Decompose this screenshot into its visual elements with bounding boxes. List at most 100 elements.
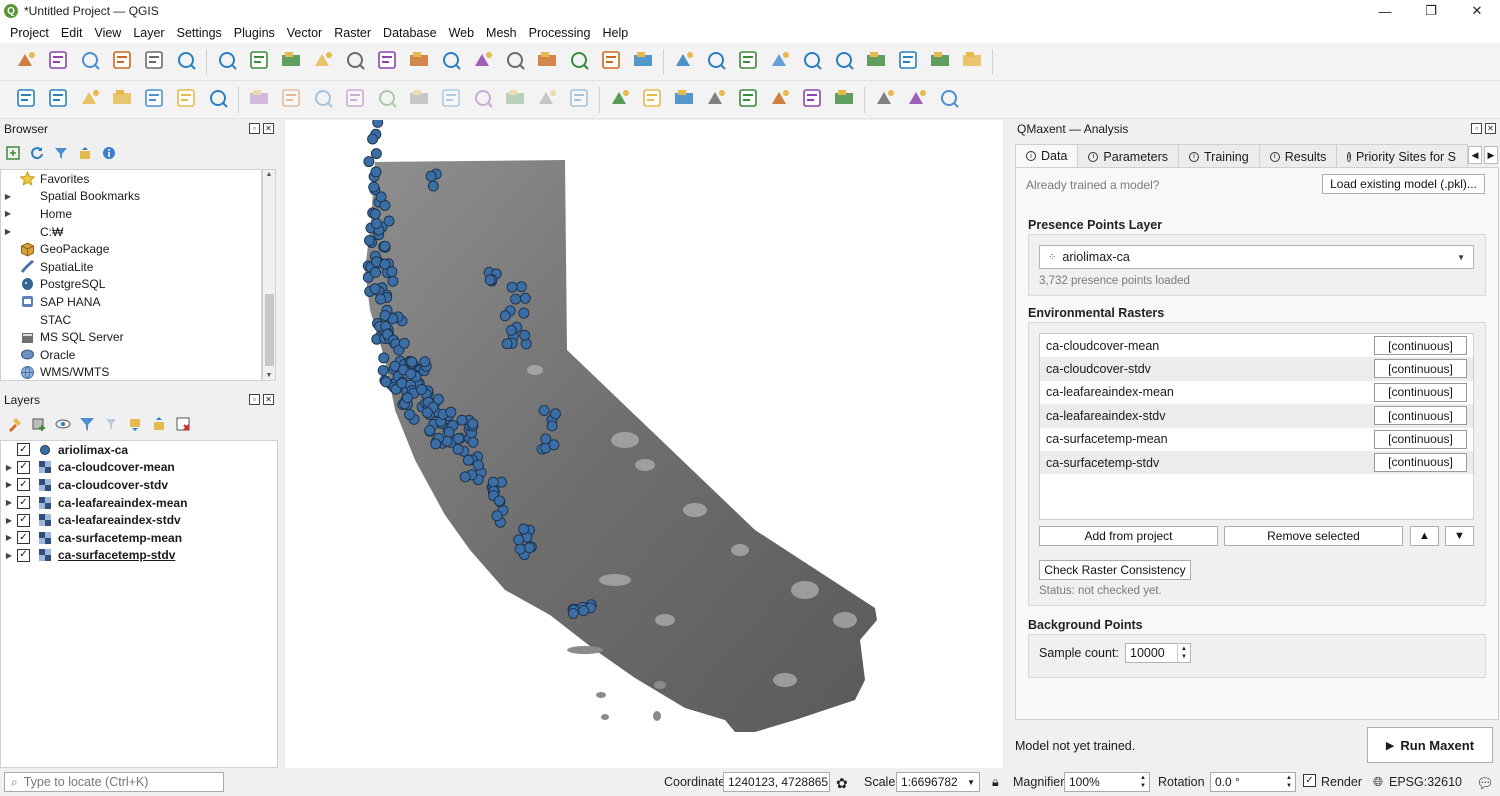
tab-priority-sites[interactable]: i Priority Sites for S: [1336, 144, 1469, 168]
toggle-extents-icon[interactable]: ✿: [836, 775, 848, 792]
menu-database[interactable]: Database: [377, 26, 443, 40]
settings-button[interactable]: [958, 48, 986, 76]
coordinate-field[interactable]: 1240123, 4728865: [723, 772, 830, 792]
layer-row-ca-surfacetemp-stdv[interactable]: ▶ ✓ ca-surfacetemp-stdv: [1, 547, 277, 565]
redo-button[interactable]: [565, 86, 593, 114]
zoom-selection-button[interactable]: [373, 48, 401, 76]
paste-button[interactable]: [501, 86, 529, 114]
check-raster-consistency-button[interactable]: Check Raster Consistency: [1039, 560, 1191, 580]
pan-button[interactable]: [213, 48, 241, 76]
close-panel-icon[interactable]: ✕: [263, 123, 274, 134]
save-as-button[interactable]: [108, 48, 136, 76]
tab-scroll-left-icon[interactable]: ◀: [1468, 146, 1482, 164]
new-virtual-button[interactable]: [140, 86, 168, 114]
remove-layer-icon[interactable]: [174, 415, 192, 433]
layer-row-ca-cloudcover-stdv[interactable]: ▶ ✓ ca-cloudcover-stdv: [1, 476, 277, 494]
scroll-thumb[interactable]: [265, 294, 274, 366]
edit-button[interactable]: [277, 86, 305, 114]
zoom-layer-button[interactable]: [405, 48, 433, 76]
expand-arrow-icon[interactable]: ▶: [1, 209, 15, 218]
copy-button[interactable]: [469, 86, 497, 114]
expand-all-icon[interactable]: [126, 415, 144, 433]
raster-type-button[interactable]: [continuous]: [1374, 406, 1467, 426]
refresh-button[interactable]: [629, 48, 657, 76]
raster-type-button[interactable]: [continuous]: [1374, 336, 1467, 355]
menu-project[interactable]: Project: [4, 26, 55, 40]
browser-item-wms[interactable]: WMS/WMTS: [1, 364, 261, 380]
menu-mesh[interactable]: Mesh: [480, 26, 523, 40]
select-location-button[interactable]: [734, 48, 762, 76]
messages-icon[interactable]: 💬︎: [1476, 775, 1494, 792]
spin-arrows-icon[interactable]: ▲ ▼: [1140, 774, 1146, 790]
layer-visibility-checkbox[interactable]: ✓: [17, 496, 30, 510]
layer-row-ca-surfacetemp-mean[interactable]: ▶ ✓ ca-surfacetemp-mean: [1, 529, 277, 547]
identify-button[interactable]: [766, 48, 794, 76]
layer-visibility-checkbox[interactable]: ✓: [17, 478, 30, 492]
pan-to-selection-button[interactable]: [245, 48, 273, 76]
menu-edit[interactable]: Edit: [55, 26, 89, 40]
raster-row[interactable]: ca-surfacetemp-mean [continuous]: [1040, 428, 1473, 451]
filter-icon[interactable]: [52, 144, 70, 162]
filter-legend-icon[interactable]: [78, 415, 96, 433]
tab-scroll-right-icon[interactable]: ▶: [1484, 146, 1498, 164]
measure-button[interactable]: [894, 48, 922, 76]
raster-row[interactable]: ca-leafareaindex-stdv [continuous]: [1040, 404, 1473, 428]
raster-row[interactable]: ca-cloudcover-mean [continuous]: [1040, 334, 1473, 357]
zoom-next-button[interactable]: [501, 48, 529, 76]
browser-scrollbar[interactable]: ▲ ▼: [262, 169, 276, 381]
new-project-button[interactable]: [12, 48, 40, 76]
tab-results[interactable]: i Results: [1258, 144, 1338, 168]
manage-visibility-icon[interactable]: [54, 415, 72, 433]
menu-layer[interactable]: Layer: [127, 26, 170, 40]
expand-arrow-icon[interactable]: ▶: [1, 551, 17, 560]
save-edits-button[interactable]: [309, 86, 337, 114]
new-geopackage-button[interactable]: [44, 86, 72, 114]
tab-parameters[interactable]: i Parameters: [1077, 144, 1180, 168]
label-button[interactable]: [606, 86, 634, 114]
expand-arrow-icon[interactable]: ▶: [1, 498, 17, 507]
layer-visibility-checkbox[interactable]: ✓: [17, 531, 30, 545]
raster-type-button[interactable]: [continuous]: [1374, 452, 1467, 472]
new-spatialite-button[interactable]: [108, 86, 136, 114]
move-up-button[interactable]: ▲: [1410, 526, 1439, 546]
rotation-field[interactable]: 0.0 ° ▲ ▼: [1210, 772, 1296, 792]
spin-arrows-icon[interactable]: ▲ ▼: [1177, 644, 1190, 662]
data-source-manager-button[interactable]: [12, 86, 40, 114]
chevron-down-icon[interactable]: ▼: [967, 778, 975, 787]
locator-search-input[interactable]: ⌕ Type to locate (Ctrl+K): [4, 772, 224, 792]
add-raster-button[interactable]: [204, 86, 232, 114]
menu-settings[interactable]: Settings: [171, 26, 228, 40]
raster-type-button[interactable]: [continuous]: [1374, 429, 1467, 449]
zoom-last-button[interactable]: [469, 48, 497, 76]
browser-item-favorites[interactable]: Favorites: [1, 170, 261, 188]
float-panel-icon[interactable]: ▫: [1471, 123, 1482, 134]
layer-row-ca-leafareaindex-mean[interactable]: ▶ ✓ ca-leafareaindex-mean: [1, 494, 277, 512]
crs-label[interactable]: EPSG:32610: [1389, 775, 1462, 789]
refresh-icon[interactable]: [28, 144, 46, 162]
processing-toolbox-button[interactable]: [830, 48, 858, 76]
raster-row[interactable]: ca-cloudcover-stdv [continuous]: [1040, 357, 1473, 381]
highlight-labels-button[interactable]: [702, 86, 730, 114]
qmaxent-button[interactable]: [871, 86, 899, 114]
splitter-handle[interactable]: [280, 400, 284, 460]
pin-labels-button[interactable]: [670, 86, 698, 114]
style-manager-button[interactable]: [172, 48, 200, 76]
layer-row-ca-cloudcover-mean[interactable]: ▶ ✓ ca-cloudcover-mean: [1, 459, 277, 477]
show-bookmarks-button[interactable]: [565, 48, 593, 76]
browser-item-geopackage[interactable]: GeoPackage: [1, 240, 261, 258]
statistics-button[interactable]: [862, 48, 890, 76]
layer-visibility-checkbox[interactable]: ✓: [17, 443, 30, 457]
move-label-button[interactable]: [766, 86, 794, 114]
browser-item-postgresql[interactable]: PostgreSQL: [1, 276, 261, 294]
browser-item-c-drive[interactable]: ▶ C:₩: [1, 223, 261, 241]
browser-item-home[interactable]: ▶ Home: [1, 205, 261, 223]
expand-arrow-icon[interactable]: ▶: [1, 516, 17, 525]
add-feature-button[interactable]: [341, 86, 369, 114]
layer-visibility-checkbox[interactable]: ✓: [17, 460, 30, 474]
temporal-button[interactable]: [597, 48, 625, 76]
expand-arrow-icon[interactable]: ▶: [1, 533, 17, 542]
float-panel-icon[interactable]: ▫: [249, 394, 260, 405]
menu-raster[interactable]: Raster: [328, 26, 377, 40]
browser-item-oracle[interactable]: Oracle: [1, 346, 261, 364]
cut-button[interactable]: [437, 86, 465, 114]
